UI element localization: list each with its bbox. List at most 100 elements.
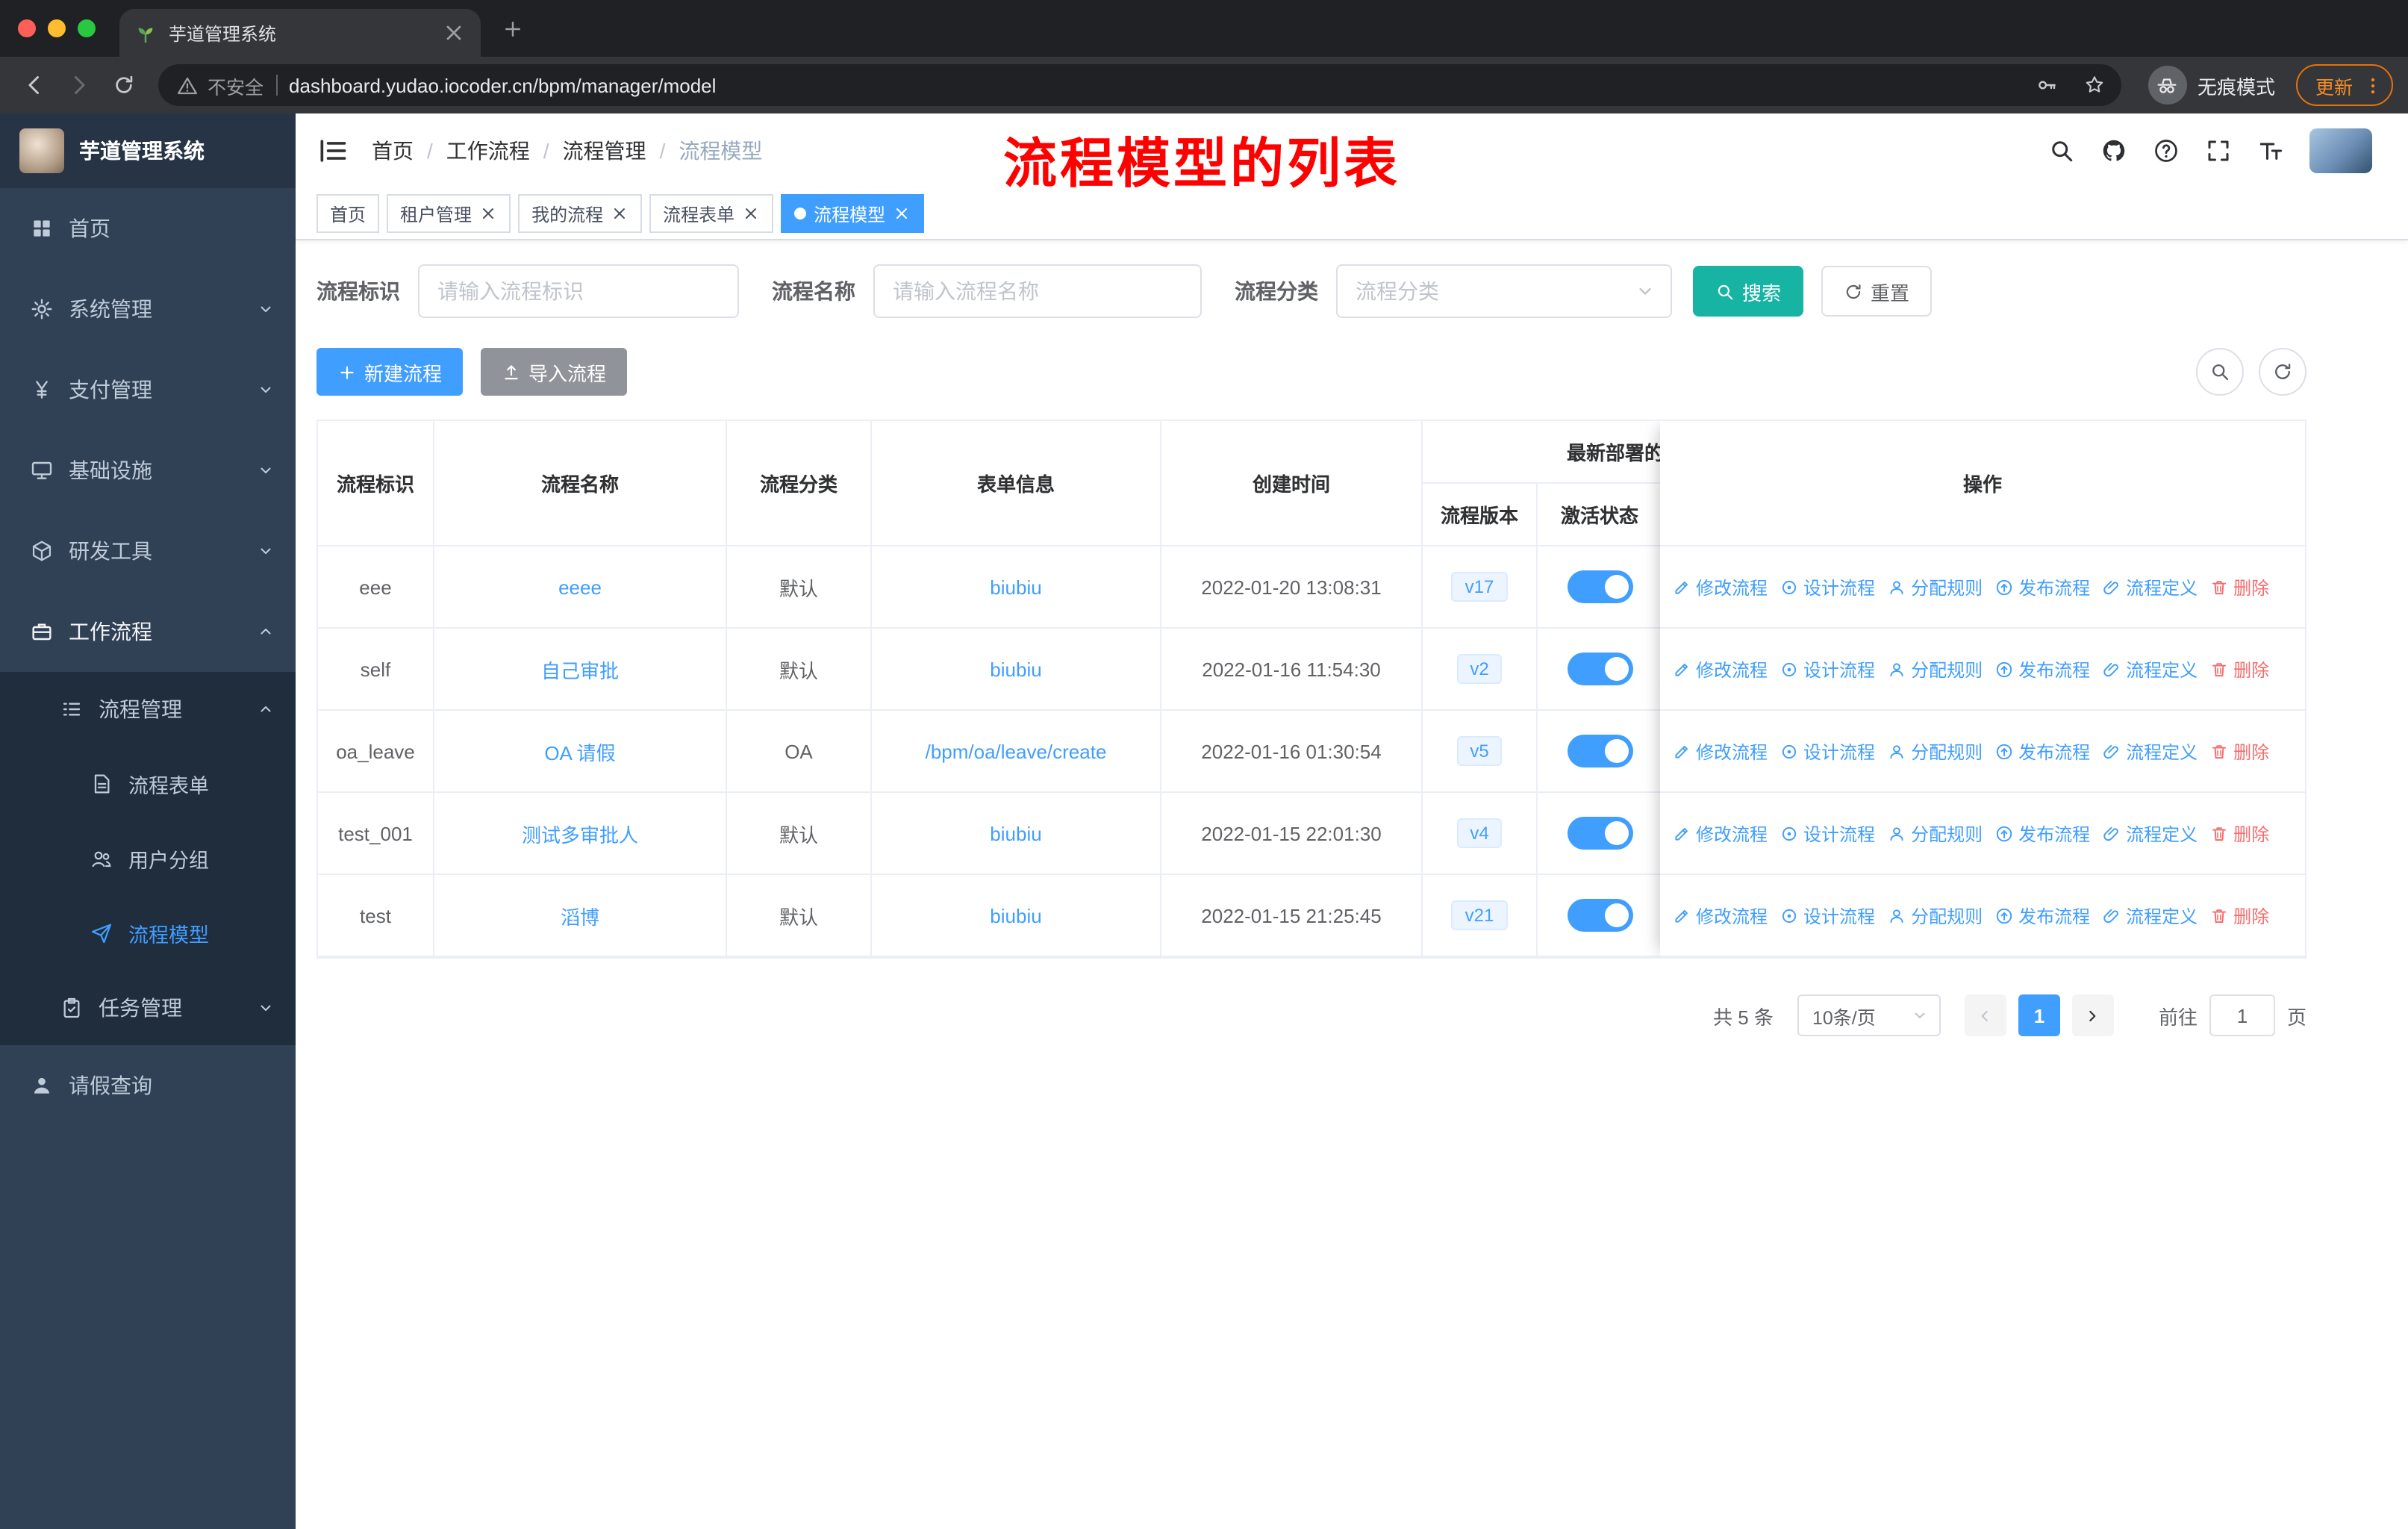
process-definition-action[interactable]: 流程定义 bbox=[2102, 738, 2198, 764]
goto-page-input[interactable] bbox=[2209, 994, 2275, 1036]
tag-tenant-management[interactable]: 租户管理 bbox=[387, 194, 511, 233]
browser-tab[interactable]: 芋道管理系统 bbox=[119, 9, 481, 57]
sidebar-item-workflow[interactable]: 工作流程 bbox=[0, 591, 296, 672]
form-info-link[interactable]: /bpm/oa/leave/create bbox=[926, 740, 1107, 762]
breadcrumb-workflow[interactable]: 工作流程 bbox=[446, 136, 530, 166]
sidebar-item-process-model[interactable]: 流程模型 bbox=[0, 896, 296, 971]
design-process-action[interactable]: 设计流程 bbox=[1780, 738, 1875, 764]
publish-process-action[interactable]: 发布流程 bbox=[1994, 656, 2090, 682]
form-info-link[interactable]: biubiu bbox=[990, 576, 1041, 598]
publish-process-action[interactable]: 发布流程 bbox=[1994, 903, 2090, 928]
sidebar-item-system[interactable]: 系统管理 bbox=[0, 269, 296, 349]
user-avatar[interactable] bbox=[2309, 128, 2372, 173]
design-process-action[interactable]: 设计流程 bbox=[1780, 656, 1875, 682]
reload-button[interactable] bbox=[105, 66, 143, 105]
edit-process-action[interactable]: 修改流程 bbox=[1672, 738, 1768, 764]
search-icon[interactable] bbox=[2048, 137, 2075, 164]
form-info-link[interactable]: biubiu bbox=[990, 904, 1041, 927]
search-button[interactable]: 搜索 bbox=[1693, 266, 1804, 317]
github-icon[interactable] bbox=[2100, 137, 2127, 164]
active-toggle[interactable] bbox=[1567, 653, 1632, 685]
tag-home[interactable]: 首页 bbox=[316, 194, 380, 233]
edit-process-action[interactable]: 修改流程 bbox=[1672, 903, 1768, 928]
reset-button[interactable]: 重置 bbox=[1821, 266, 1933, 317]
create-process-button[interactable]: 新建流程 bbox=[316, 348, 464, 396]
form-info-link[interactable]: biubiu bbox=[990, 658, 1041, 680]
help-icon[interactable] bbox=[2153, 137, 2180, 164]
page-size-select[interactable]: 10条/页 bbox=[1797, 994, 1941, 1036]
design-process-action[interactable]: 设计流程 bbox=[1780, 574, 1875, 600]
forward-button[interactable] bbox=[60, 66, 99, 105]
process-definition-action[interactable]: 流程定义 bbox=[2102, 574, 2198, 600]
sidebar-item-devtools[interactable]: 研发工具 bbox=[0, 511, 296, 591]
edit-process-action[interactable]: 修改流程 bbox=[1672, 656, 1768, 682]
kebab-menu-icon[interactable] bbox=[2362, 74, 2384, 96]
sidebar-item-process-form[interactable]: 流程表单 bbox=[0, 747, 296, 821]
assign-rule-action[interactable]: 分配规则 bbox=[1887, 738, 1983, 764]
url-text[interactable]: dashboard.yudao.iocoder.cn/bpm/manager/m… bbox=[289, 74, 2017, 96]
process-definition-action[interactable]: 流程定义 bbox=[2102, 903, 2198, 928]
close-icon[interactable] bbox=[479, 205, 497, 222]
publish-process-action[interactable]: 发布流程 bbox=[1994, 820, 2090, 846]
sidebar-item-leave-query[interactable]: 请假查询 bbox=[0, 1045, 296, 1126]
close-icon[interactable] bbox=[611, 205, 628, 222]
process-name-link[interactable]: OA 请假 bbox=[544, 737, 615, 765]
process-definition-action[interactable]: 流程定义 bbox=[2102, 656, 2198, 682]
active-toggle[interactable] bbox=[1567, 735, 1632, 767]
sidebar-item-payment[interactable]: 支付管理 bbox=[0, 349, 296, 430]
delete-process-action[interactable]: 删除 bbox=[2209, 656, 2269, 682]
bookmark-button[interactable] bbox=[2077, 67, 2112, 103]
process-name-link[interactable]: 测试多审批人 bbox=[522, 819, 638, 847]
sidebar-item-user-group[interactable]: 用户分组 bbox=[0, 821, 296, 896]
app-logo[interactable]: 芋道管理系统 bbox=[0, 113, 296, 188]
edit-process-action[interactable]: 修改流程 bbox=[1672, 820, 1768, 846]
breadcrumb-home[interactable]: 首页 bbox=[372, 136, 414, 166]
process-definition-action[interactable]: 流程定义 bbox=[2102, 820, 2198, 846]
publish-process-action[interactable]: 发布流程 bbox=[1994, 738, 2090, 764]
tag-process-model[interactable]: 流程模型 bbox=[781, 194, 925, 233]
delete-process-action[interactable]: 删除 bbox=[2209, 574, 2269, 600]
window-close-button[interactable] bbox=[18, 19, 36, 37]
sidebar-item-infrastructure[interactable]: 基础设施 bbox=[0, 430, 296, 511]
window-zoom-button[interactable] bbox=[78, 19, 96, 37]
sidebar-item-process-management[interactable]: 流程管理 bbox=[0, 672, 296, 747]
process-name-link[interactable]: 滔博 bbox=[561, 901, 599, 929]
tag-my-process[interactable]: 我的流程 bbox=[518, 194, 643, 233]
fullscreen-icon[interactable] bbox=[2205, 137, 2232, 164]
assign-rule-action[interactable]: 分配规则 bbox=[1887, 820, 1983, 846]
process-name-link[interactable]: eeee bbox=[558, 576, 602, 598]
design-process-action[interactable]: 设计流程 bbox=[1780, 820, 1875, 846]
delete-process-action[interactable]: 删除 bbox=[2209, 738, 2269, 764]
assign-rule-action[interactable]: 分配规则 bbox=[1887, 574, 1983, 600]
form-info-link[interactable]: biubiu bbox=[990, 822, 1041, 844]
active-toggle[interactable] bbox=[1567, 817, 1632, 850]
hamburger-icon[interactable] bbox=[316, 134, 349, 167]
next-page-button[interactable] bbox=[2071, 994, 2114, 1036]
new-tab-button[interactable] bbox=[493, 9, 531, 48]
page-number-button[interactable]: 1 bbox=[2018, 994, 2060, 1036]
window-minimize-button[interactable] bbox=[48, 19, 66, 37]
sidebar-item-home[interactable]: 首页 bbox=[0, 188, 296, 269]
design-process-action[interactable]: 设计流程 bbox=[1780, 903, 1875, 928]
close-icon[interactable] bbox=[742, 205, 760, 222]
assign-rule-action[interactable]: 分配规则 bbox=[1887, 656, 1983, 682]
process-category-select[interactable]: 流程分类 bbox=[1336, 264, 1672, 318]
password-key-button[interactable] bbox=[2029, 67, 2065, 103]
delete-process-action[interactable]: 删除 bbox=[2209, 820, 2269, 846]
back-button[interactable] bbox=[15, 66, 54, 105]
active-toggle[interactable] bbox=[1567, 899, 1632, 932]
sidebar-item-task-management[interactable]: 任务管理 bbox=[0, 971, 296, 1045]
edit-process-action[interactable]: 修改流程 bbox=[1672, 574, 1768, 600]
browser-update-button[interactable]: 更新 bbox=[2295, 64, 2393, 106]
breadcrumb-process-management[interactable]: 流程管理 bbox=[563, 136, 646, 166]
assign-rule-action[interactable]: 分配规则 bbox=[1887, 903, 1983, 928]
tag-process-form[interactable]: 流程表单 bbox=[649, 194, 774, 233]
process-id-input[interactable] bbox=[418, 264, 739, 318]
font-size-icon[interactable] bbox=[2257, 137, 2284, 164]
refresh-table-button[interactable] bbox=[2259, 348, 2306, 396]
active-toggle[interactable] bbox=[1567, 570, 1632, 603]
delete-process-action[interactable]: 删除 bbox=[2209, 903, 2269, 928]
security-chip[interactable]: 不安全 bbox=[176, 71, 263, 99]
address-bar[interactable]: 不安全 dashboard.yudao.iocoder.cn/bpm/manag… bbox=[158, 64, 2121, 106]
toggle-search-button[interactable] bbox=[2196, 348, 2244, 396]
